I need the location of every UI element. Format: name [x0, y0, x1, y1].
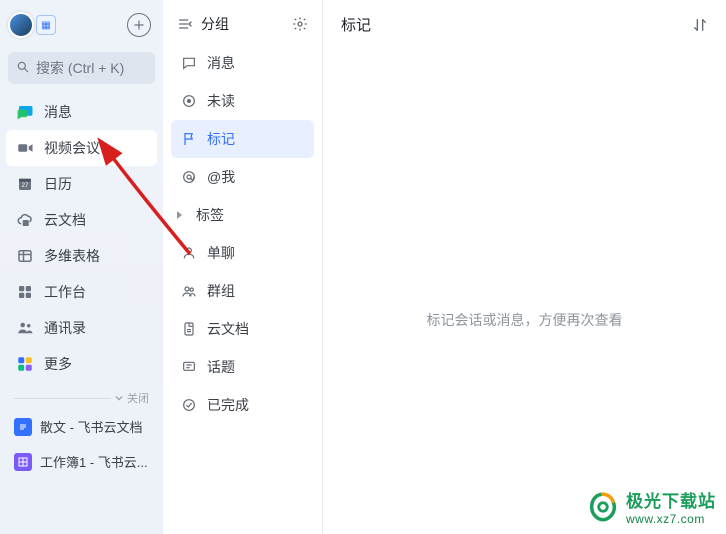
- grid-table-icon: [16, 247, 34, 265]
- account-area[interactable]: ▦: [8, 12, 56, 38]
- done-icon: [181, 397, 197, 413]
- panel-title: 标记: [341, 14, 371, 35]
- group-item-tags[interactable]: 标签: [171, 196, 314, 234]
- group-item-atme[interactable]: @我: [171, 158, 314, 196]
- apps-icon: [16, 283, 34, 301]
- sidebar-item-contacts[interactable]: 通讯录: [6, 310, 157, 346]
- group-header[interactable]: 分组: [177, 14, 229, 34]
- watermark-url: www.xz7.com: [626, 512, 716, 526]
- group-item-cloud[interactable]: 云文档: [171, 310, 314, 348]
- group-item-topic[interactable]: 话题: [171, 348, 314, 386]
- group-item-messages[interactable]: 消息: [171, 44, 314, 82]
- gear-icon[interactable]: [292, 16, 308, 32]
- sidebar-item-table[interactable]: 多维表格: [6, 238, 157, 274]
- plus-icon: [132, 18, 146, 32]
- doc-label: 工作簿1 - 飞书云...: [40, 452, 148, 471]
- sidebar-item-workbench[interactable]: 工作台: [6, 274, 157, 310]
- group-chat-icon: [181, 283, 197, 299]
- group-item-flag[interactable]: 标记: [171, 120, 314, 158]
- recent-doc-1[interactable]: 散文 - 飞书云文档: [6, 410, 157, 443]
- collapse-toggle[interactable]: 关闭: [6, 382, 157, 410]
- sidebar-label: 多维表格: [44, 246, 100, 266]
- chevron-down-icon: [115, 394, 123, 402]
- watermark-title: 极光下载站: [626, 487, 716, 512]
- group-item-group[interactable]: 群组: [171, 272, 314, 310]
- more-icon: [16, 355, 34, 373]
- sidebar-label: 通讯录: [44, 318, 86, 338]
- svg-text:27: 27: [22, 183, 29, 189]
- left-sidebar: ▦ 搜索 (Ctrl + K) 消息 视频会议 27 日历: [0, 0, 163, 534]
- sidebar-item-more[interactable]: 更多: [6, 346, 157, 382]
- sidebar-item-calendar[interactable]: 27 日历: [6, 166, 157, 202]
- calendar-icon: 27: [16, 175, 34, 193]
- sidebar-label: 云文档: [44, 210, 86, 230]
- recent-doc-2[interactable]: 工作簿1 - 飞书云...: [6, 445, 157, 478]
- group-item-done[interactable]: 已完成: [171, 386, 314, 424]
- video-icon: [16, 139, 34, 157]
- group-item-single[interactable]: 单聊: [171, 234, 314, 272]
- doc-label: 散文 - 飞书云文档: [40, 417, 143, 436]
- avatar[interactable]: [8, 12, 34, 38]
- watermark: 极光下载站 www.xz7.com: [586, 487, 716, 526]
- cloud-doc-icon: [16, 211, 34, 229]
- doc-icon: [14, 418, 32, 436]
- search-placeholder: 搜索 (Ctrl + K): [36, 58, 124, 78]
- watermark-logo-icon: [586, 490, 620, 524]
- sidebar-item-video[interactable]: 视频会议: [6, 130, 157, 166]
- collapse-list-icon: [177, 16, 193, 32]
- sidebar-label: 日历: [44, 174, 72, 194]
- sidebar-label: 视频会议: [44, 138, 100, 158]
- doc-icon: [181, 321, 197, 337]
- sidebar-item-messages[interactable]: 消息: [6, 94, 157, 130]
- group-column: 分组 消息 未读 标记 @我 标签: [163, 0, 323, 534]
- flag-icon: [181, 131, 197, 147]
- chat-icon: [16, 103, 34, 121]
- single-chat-icon: [181, 245, 197, 261]
- at-icon: [181, 169, 197, 185]
- contacts-icon: [16, 319, 34, 337]
- empty-state-text: 标记会话或消息，方便再次查看: [323, 310, 726, 330]
- sheet-icon: [14, 453, 32, 471]
- org-badge[interactable]: ▦: [36, 15, 56, 35]
- sidebar-item-clouddoc[interactable]: 云文档: [6, 202, 157, 238]
- sort-icon[interactable]: [692, 17, 708, 33]
- sidebar-label: 工作台: [44, 282, 86, 302]
- search-icon: [16, 60, 30, 77]
- sidebar-label: 更多: [44, 354, 72, 374]
- group-title: 分组: [201, 14, 229, 34]
- add-button[interactable]: [127, 13, 151, 37]
- chat-bubble-icon: [181, 55, 197, 71]
- search-input[interactable]: 搜索 (Ctrl + K): [8, 52, 155, 84]
- group-item-unread[interactable]: 未读: [171, 82, 314, 120]
- unread-icon: [181, 93, 197, 109]
- content-panel: 标记 标记会话或消息，方便再次查看: [323, 0, 726, 534]
- sidebar-label: 消息: [44, 102, 72, 122]
- topic-icon: [181, 359, 197, 375]
- expand-triangle-icon: [177, 211, 182, 219]
